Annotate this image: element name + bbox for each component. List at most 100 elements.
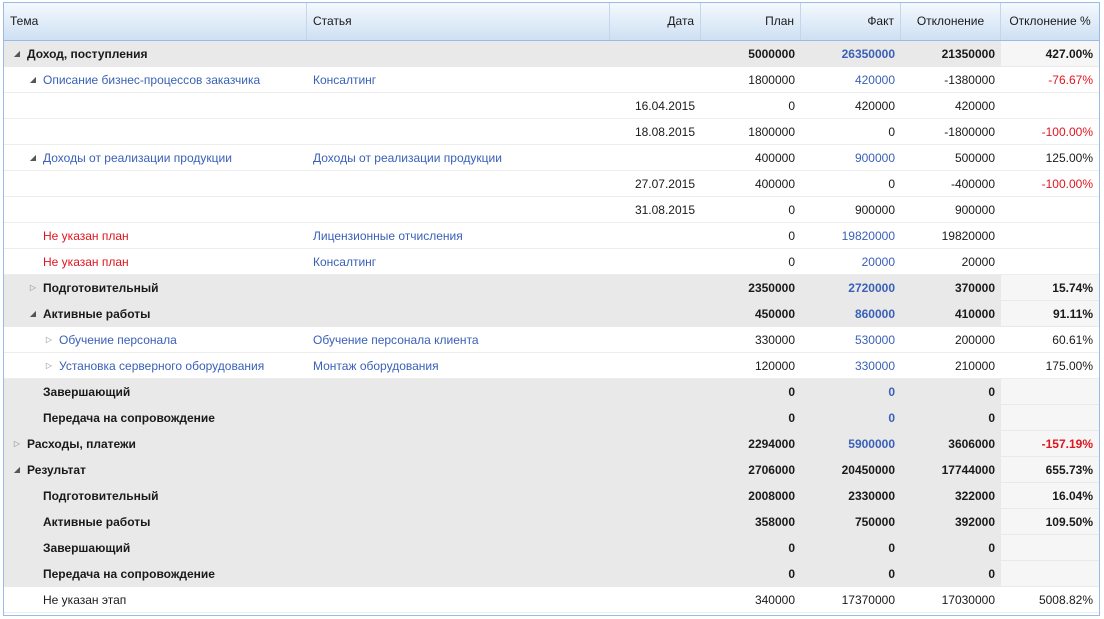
cell-plan: 2008000 bbox=[701, 483, 801, 508]
cell-deviation-pct: 175.00% bbox=[1001, 353, 1099, 378]
cell-deviation-pct: 427.00% bbox=[1001, 41, 1099, 66]
cell-article[interactable]: Консалтинг bbox=[307, 249, 610, 274]
article-text[interactable]: Монтаж оборудования bbox=[313, 359, 439, 373]
cell-deviation-pct-value: 655.73% bbox=[1045, 462, 1093, 477]
cell-fact-value[interactable]: 530000 bbox=[855, 333, 895, 347]
cell-deviation: 3606000 bbox=[901, 431, 1001, 456]
cell-fact-value[interactable]: 5900000 bbox=[848, 437, 895, 451]
cell-deviation-pct bbox=[1001, 535, 1099, 560]
collapse-toggle-icon[interactable]: ▷ bbox=[44, 335, 54, 344]
collapse-toggle-icon[interactable]: ▷ bbox=[28, 283, 38, 292]
topic-text[interactable]: Установка серверного оборудования bbox=[59, 359, 264, 373]
cell-fact-value[interactable]: 19820000 bbox=[842, 229, 895, 243]
table-row[interactable]: Не указан этап 340000 17370000 17030000 5008… bbox=[4, 587, 1099, 613]
cell-deviation: -1380000 bbox=[901, 67, 1001, 92]
column-header-deviation[interactable]: Отклонение bbox=[901, 3, 1001, 40]
cell-deviation-pct bbox=[1001, 197, 1099, 222]
table-row[interactable]: ▷ Обучение персонала Обучение персонала кл… bbox=[4, 327, 1099, 353]
table-row[interactable]: 18.08.2015 1800000 0 -1800000 -100.00% bbox=[4, 119, 1099, 145]
article-text[interactable]: Консалтинг bbox=[313, 255, 376, 269]
cell-date bbox=[610, 379, 701, 404]
group-row[interactable]: ◢ Результат 2706000 20450000 17744000 655.73% bbox=[4, 457, 1099, 483]
group-row[interactable]: ▷ Расходы, платежи 2294000 5900000 3606000 -1… bbox=[4, 431, 1099, 457]
cell-deviation-pct: 91.11% bbox=[1001, 301, 1099, 326]
table-row[interactable]: ◢ Описание бизнес-процессов заказчика Конс… bbox=[4, 67, 1099, 93]
expand-toggle-icon[interactable]: ◢ bbox=[12, 49, 22, 58]
column-header-article[interactable]: Статья bbox=[307, 3, 610, 40]
cell-deviation: 322000 bbox=[901, 483, 1001, 508]
cell-article[interactable]: Монтаж оборудования bbox=[307, 353, 610, 378]
article-text[interactable]: Консалтинг bbox=[313, 73, 376, 87]
column-header-fact[interactable]: Факт bbox=[801, 3, 901, 40]
collapse-toggle-icon[interactable]: ▷ bbox=[12, 439, 22, 448]
cell-plan-value: 1800000 bbox=[748, 72, 795, 87]
collapse-toggle-icon[interactable]: ▷ bbox=[44, 361, 54, 370]
cell-article bbox=[307, 171, 610, 196]
expand-toggle-icon[interactable]: ◢ bbox=[28, 75, 38, 84]
cell-fact-value[interactable]: 26350000 bbox=[842, 47, 895, 61]
column-header-topic[interactable]: Тема bbox=[4, 3, 307, 40]
cell-plan-value: 330000 bbox=[754, 332, 795, 347]
article-text[interactable]: Обучение персонала клиента bbox=[313, 333, 479, 347]
column-header-plan[interactable]: План bbox=[701, 3, 801, 40]
cell-article[interactable]: Обучение персонала клиента bbox=[307, 327, 610, 352]
cell-article bbox=[307, 561, 610, 586]
cell-fact-value[interactable]: 0 bbox=[888, 385, 895, 399]
cell-plan-value: 400000 bbox=[754, 176, 795, 191]
column-header-deviation-pct[interactable]: Отклонение % bbox=[1001, 3, 1099, 40]
article-text[interactable]: Доходы от реализации продукции bbox=[313, 151, 502, 165]
group-row[interactable]: ▷ Подготовительный 2350000 2720000 370000 15.… bbox=[4, 275, 1099, 301]
topic-text[interactable]: Описание бизнес-процессов заказчика bbox=[43, 73, 260, 87]
cell-fact: 900000 bbox=[801, 145, 901, 170]
expand-toggle-icon[interactable]: ◢ bbox=[12, 465, 22, 474]
cell-article bbox=[307, 379, 610, 404]
cell-fact-value[interactable]: 900000 bbox=[855, 151, 895, 165]
cell-deviation-pct-value: 5008.82% bbox=[1038, 592, 1093, 607]
cell-date: 16.04.2015 bbox=[610, 93, 701, 118]
cell-fact-value[interactable]: 860000 bbox=[855, 307, 895, 321]
topic-text[interactable]: Доходы от реализации продукции bbox=[43, 151, 232, 165]
cell-topic bbox=[4, 197, 307, 222]
column-header-date[interactable]: Дата bbox=[610, 3, 701, 40]
topic-text: Завершающий bbox=[43, 540, 131, 555]
cell-plan-value: 0 bbox=[788, 566, 795, 581]
group-row[interactable]: ◢ Активные работы 450000 860000 410000 91.11% bbox=[4, 301, 1099, 327]
cell-date-value: 16.04.2015 bbox=[634, 98, 695, 113]
group-row[interactable]: Подготовительный 2008000 2330000 322000 16.0… bbox=[4, 483, 1099, 509]
cell-fact-value[interactable]: 330000 bbox=[855, 359, 895, 373]
cell-article[interactable]: Консалтинг bbox=[307, 67, 610, 92]
table-row[interactable]: 31.08.2015 0 900000 900000 bbox=[4, 197, 1099, 223]
group-row[interactable]: Завершающий 0 0 0 bbox=[4, 535, 1099, 561]
cell-deviation-pct bbox=[1001, 249, 1099, 274]
cell-deviation: 17030000 bbox=[901, 587, 1001, 612]
expand-toggle-icon[interactable]: ◢ bbox=[28, 309, 38, 318]
cell-date bbox=[610, 535, 701, 560]
table-row[interactable]: 16.04.2015 0 420000 420000 bbox=[4, 93, 1099, 119]
article-text[interactable]: Лицензионные отчисления bbox=[313, 229, 463, 243]
table-row[interactable]: Не указан план Консалтинг 0 20000 20000 bbox=[4, 249, 1099, 275]
cell-fact-value: 2330000 bbox=[848, 488, 895, 503]
expand-toggle-icon[interactable]: ◢ bbox=[28, 153, 38, 162]
topic-text[interactable]: Обучение персонала bbox=[59, 333, 177, 347]
group-row[interactable]: Завершающий 0 0 0 bbox=[4, 379, 1099, 405]
cell-fact: 0 bbox=[801, 119, 901, 144]
cell-article[interactable]: Лицензионные отчисления bbox=[307, 223, 610, 248]
cell-fact-value[interactable]: 2720000 bbox=[848, 281, 895, 295]
table-row[interactable]: ▷ Установка серверного оборудования Монтаж… bbox=[4, 353, 1099, 379]
table-row[interactable]: ◢ Доходы от реализации продукции Доходы от… bbox=[4, 145, 1099, 171]
table-row[interactable]: 27.07.2015 400000 0 -400000 -100.00% bbox=[4, 171, 1099, 197]
cell-fact: 2720000 bbox=[801, 275, 901, 300]
group-row[interactable]: Передача на сопровождение 0 0 0 bbox=[4, 561, 1099, 587]
cell-fact-value[interactable]: 420000 bbox=[855, 73, 895, 87]
group-row[interactable]: Активные работы 358000 750000 392000 109.50% bbox=[4, 509, 1099, 535]
cell-plan: 0 bbox=[701, 223, 801, 248]
cell-fact-value[interactable]: 20000 bbox=[862, 255, 895, 269]
group-row[interactable]: ◢ Доход, поступления 5000000 26350000 213500… bbox=[4, 41, 1099, 67]
table-row[interactable]: Не указан план Лицензионные отчисления 0 19… bbox=[4, 223, 1099, 249]
group-row[interactable]: Передача на сопровождение 0 0 0 bbox=[4, 405, 1099, 431]
cell-article bbox=[307, 275, 610, 300]
cell-fact: 0 bbox=[801, 379, 901, 404]
cell-fact-value[interactable]: 0 bbox=[888, 411, 895, 425]
cell-deviation-value: 900000 bbox=[954, 202, 995, 217]
cell-article[interactable]: Доходы от реализации продукции bbox=[307, 145, 610, 170]
